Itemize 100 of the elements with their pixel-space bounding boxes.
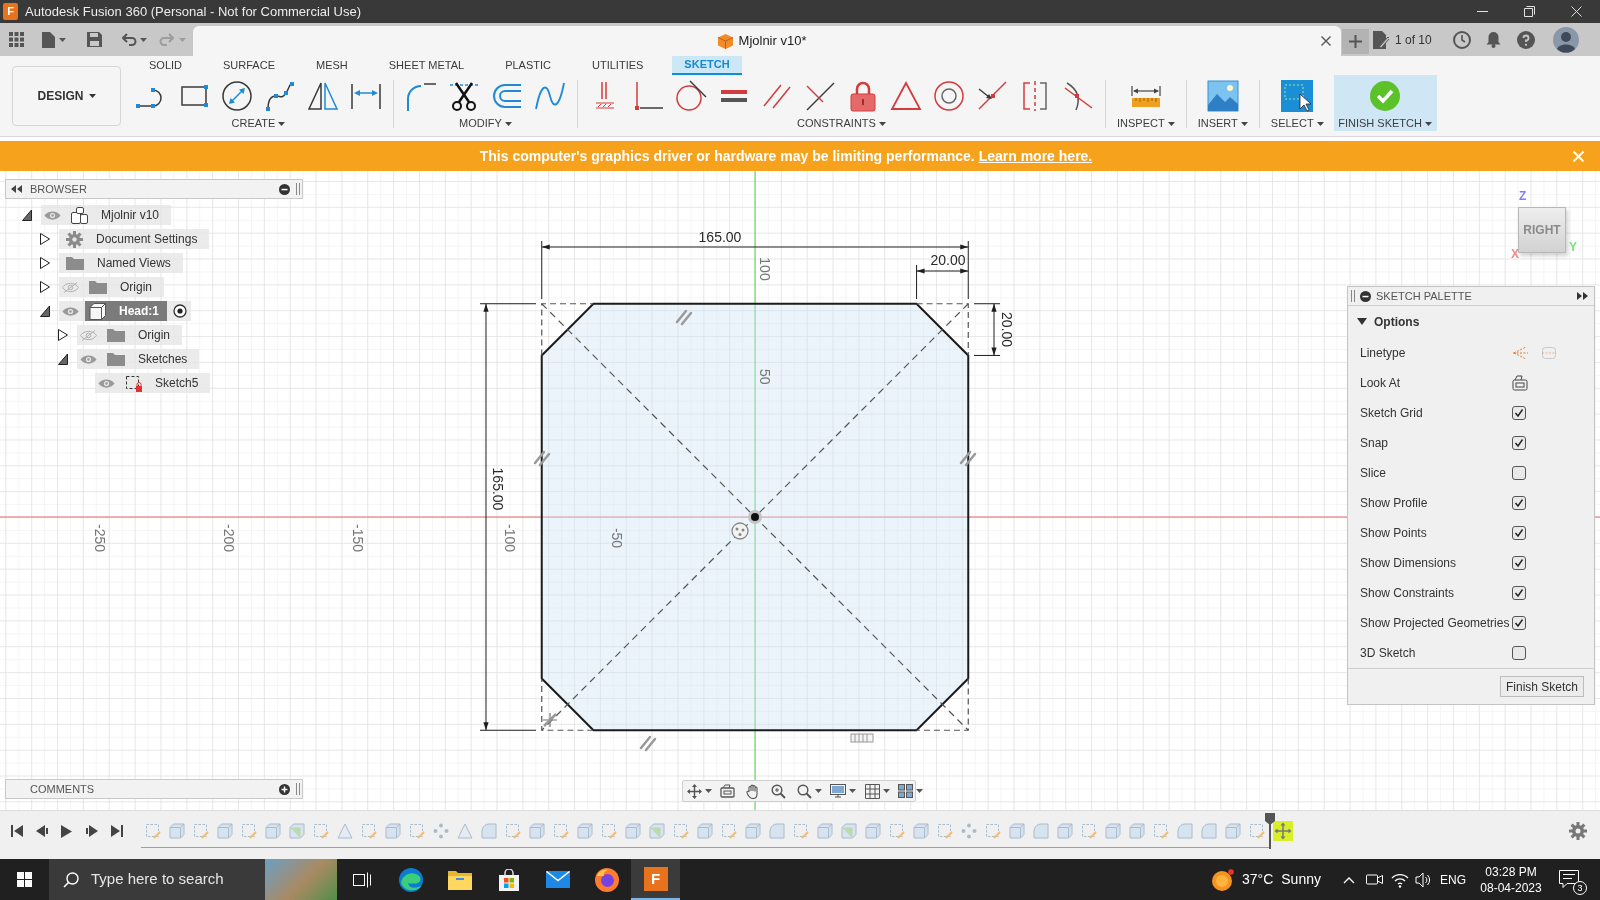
triangle-icon[interactable] xyxy=(58,329,68,341)
four-arrows-icon[interactable] xyxy=(687,783,702,799)
caret-icon[interactable] xyxy=(916,789,923,793)
plus-icon[interactable] xyxy=(1342,28,1369,54)
document-pencil-icon[interactable] xyxy=(1373,30,1389,49)
hand-icon[interactable] xyxy=(746,783,760,799)
briefcase-icon[interactable] xyxy=(1512,375,1528,391)
briefcase-icon[interactable] xyxy=(720,784,735,798)
tree-item[interactable]: Document Settings xyxy=(62,229,206,249)
caret-icon[interactable] xyxy=(849,789,856,793)
weather-temperature[interactable]: 37°C xyxy=(1242,869,1274,890)
settings-icon[interactable] xyxy=(1569,822,1587,840)
tool-group-menu[interactable]: CONSTRAINTS xyxy=(797,117,886,130)
concentric-circles-icon[interactable] xyxy=(933,80,965,112)
caret-icon[interactable] xyxy=(883,789,890,793)
dimension-value[interactable]: 165.00 xyxy=(490,467,506,511)
help-icon[interactable] xyxy=(1516,30,1535,49)
notification-icon[interactable] xyxy=(1559,870,1579,889)
checkbox[interactable] xyxy=(1512,436,1526,450)
image-icon[interactable] xyxy=(1206,80,1239,112)
tree-item[interactable]: Sketches xyxy=(103,349,196,369)
apps-grid-icon[interactable] xyxy=(9,32,24,47)
clock-icon[interactable] xyxy=(1452,30,1471,49)
checkbox[interactable] xyxy=(1512,526,1526,540)
checkbox[interactable] xyxy=(1512,406,1526,420)
corner-icon[interactable] xyxy=(632,80,664,112)
speaker-icon[interactable] xyxy=(1415,871,1431,888)
section-header[interactable]: Options xyxy=(1348,306,1420,338)
grid-icon[interactable] xyxy=(865,783,880,799)
eye-icon[interactable] xyxy=(80,353,97,365)
caret-icon[interactable] xyxy=(705,789,712,793)
tool-group-menu[interactable]: MODIFY xyxy=(459,117,512,130)
dimension-value[interactable]: 20.00 xyxy=(930,252,966,268)
clock[interactable]: 03:28 PM 08-04-2023 xyxy=(1474,863,1548,896)
grip-icon[interactable] xyxy=(1351,290,1355,302)
playhead-handle[interactable] xyxy=(1265,813,1275,849)
language-indicator[interactable]: ENG xyxy=(1440,870,1466,889)
undo-icon[interactable] xyxy=(122,33,137,46)
checkbox[interactable] xyxy=(1512,646,1526,660)
dimension-value[interactable]: 20.00 xyxy=(999,312,1015,348)
crossing-lines-icon[interactable] xyxy=(804,80,836,112)
tool-group-menu[interactable]: INSPECT xyxy=(1117,117,1175,130)
tool-group-menu[interactable]: SELECT xyxy=(1270,117,1324,130)
skip-back-icon[interactable] xyxy=(10,825,23,837)
caret-icon[interactable] xyxy=(815,789,822,793)
toolbar-tab[interactable]: PLASTIC xyxy=(493,56,563,75)
toolbar-tab[interactable]: SURFACE xyxy=(211,56,287,75)
eye-icon[interactable] xyxy=(62,305,79,317)
curve-crossing-icon[interactable] xyxy=(1062,80,1094,112)
eye-icon[interactable] xyxy=(44,209,61,221)
play-icon[interactable] xyxy=(61,824,72,838)
save-icon[interactable] xyxy=(87,32,102,47)
spline-icon[interactable] xyxy=(264,80,296,112)
eye-icon[interactable] xyxy=(98,377,115,389)
tool-group-menu[interactable]: INSERT xyxy=(1197,117,1248,130)
finish-sketch-button[interactable]: Finish Sketch xyxy=(1499,676,1584,697)
tree-item[interactable]: Named Views xyxy=(62,253,179,273)
tree-item[interactable]: Origin xyxy=(103,325,178,345)
restore-icon[interactable] xyxy=(1524,6,1535,17)
four-squares-icon[interactable] xyxy=(17,872,32,887)
four-dots-icon[interactable] xyxy=(433,823,449,839)
arrow-to-line-icon[interactable] xyxy=(976,80,1008,112)
triangle-icon[interactable] xyxy=(40,305,50,317)
plus-circle-icon[interactable] xyxy=(279,783,290,795)
triangle-icon[interactable] xyxy=(58,353,68,365)
dimension-value[interactable]: 165.00 xyxy=(698,229,742,245)
workspace-menu[interactable]: DESIGN xyxy=(12,66,121,126)
tree-item[interactable]: Head:1 xyxy=(85,301,167,321)
double-right-arrow-icon[interactable] xyxy=(1577,292,1588,300)
scissors-icon[interactable] xyxy=(448,80,480,112)
document-tab[interactable]: Mjolnir v10* xyxy=(193,26,1341,56)
tree-item[interactable]: Mjolnir v10 xyxy=(67,205,168,225)
close-icon[interactable] xyxy=(1321,36,1331,46)
document-count[interactable]: 1 of 10 xyxy=(1395,30,1432,49)
four-panes-icon[interactable] xyxy=(898,784,913,798)
toolbar-tab[interactable]: SOLID xyxy=(137,56,194,75)
toolbar-tab[interactable]: SHEET METAL xyxy=(376,56,477,75)
step-back-icon[interactable] xyxy=(35,825,48,837)
caret-icon[interactable] xyxy=(140,37,147,42)
tree-item[interactable]: Sketch5 xyxy=(121,373,207,393)
triangle-icon[interactable] xyxy=(22,209,32,221)
selection-box-icon[interactable] xyxy=(1281,80,1314,112)
toolbar-tab[interactable]: MESH xyxy=(304,56,360,75)
chevron-up-icon[interactable] xyxy=(1343,875,1355,884)
minus-circle-icon[interactable] xyxy=(279,183,290,195)
tool-group-menu[interactable]: CREATE xyxy=(231,117,286,130)
circle-line-icon[interactable] xyxy=(675,80,707,112)
move-arrows-icon[interactable] xyxy=(1273,821,1293,841)
triangle-icon[interactable] xyxy=(40,257,50,269)
bell-icon[interactable] xyxy=(1485,31,1501,48)
lock-icon[interactable] xyxy=(847,80,879,112)
tree-item[interactable]: Origin xyxy=(85,277,160,297)
grip-icon[interactable] xyxy=(296,183,300,195)
triangle-icon[interactable] xyxy=(40,281,50,293)
search-input[interactable]: Type here to search xyxy=(91,868,251,891)
file-icon[interactable] xyxy=(42,31,55,48)
curve-icon[interactable] xyxy=(534,80,566,112)
grip-icon[interactable] xyxy=(296,783,300,795)
checkbox[interactable] xyxy=(1512,586,1526,600)
zoom-icon[interactable] xyxy=(771,783,786,799)
